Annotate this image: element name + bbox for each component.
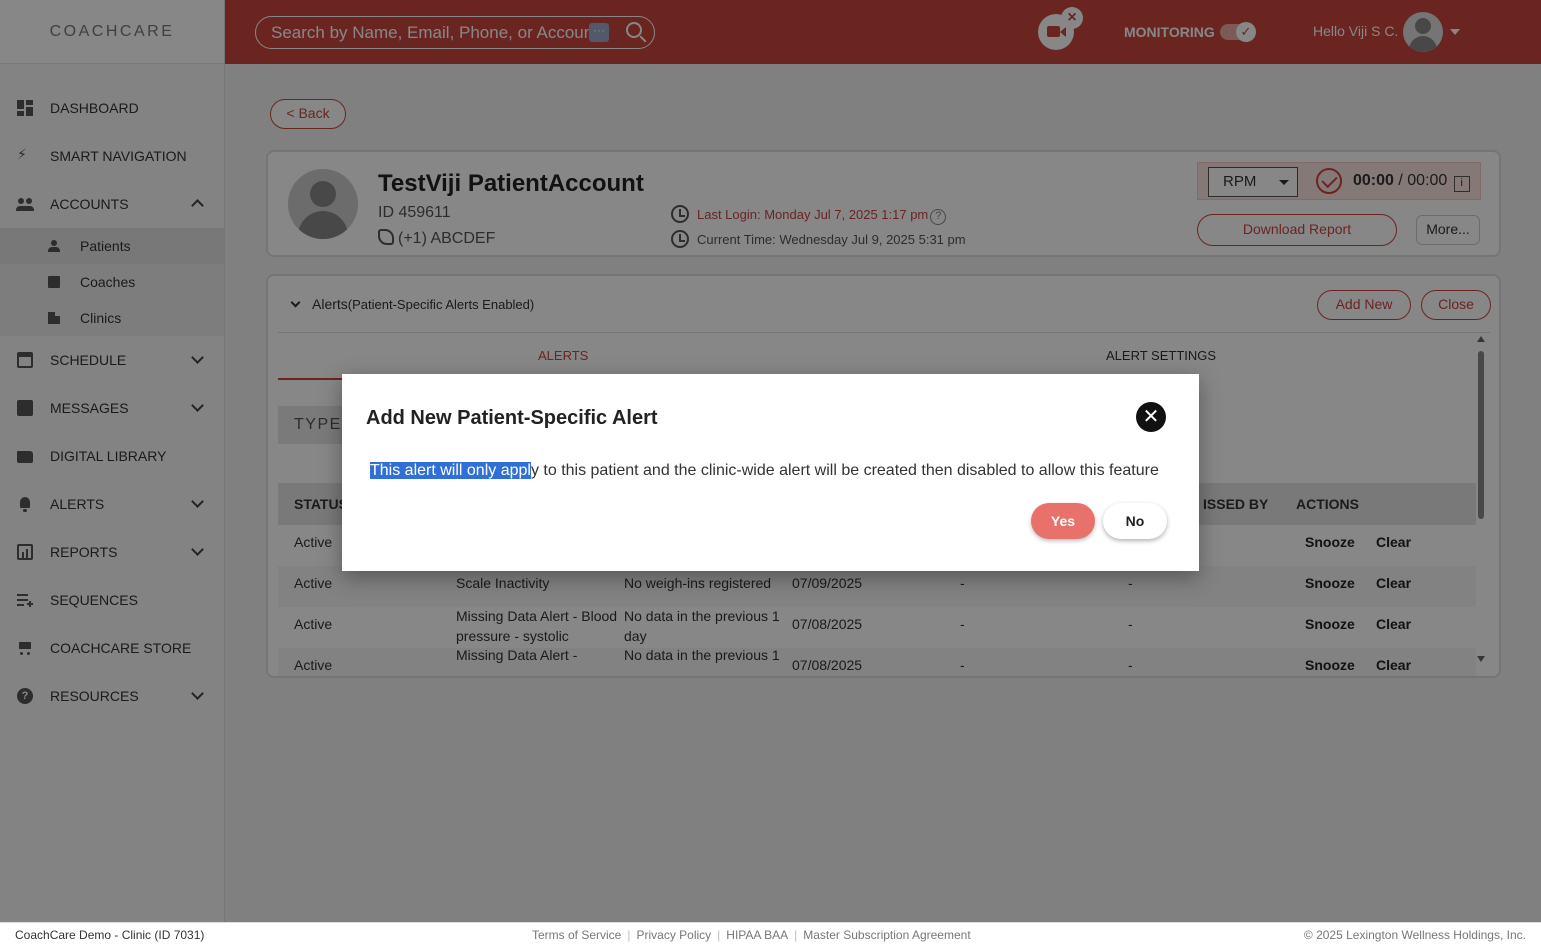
yes-button[interactable]: Yes <box>1031 503 1095 539</box>
close-icon[interactable]: ✕ <box>1136 402 1166 432</box>
dialog-title: Add New Patient-Specific Alert <box>366 407 658 429</box>
separator: | <box>794 928 798 942</box>
separator: | <box>717 928 721 942</box>
footer-link-msa[interactable]: Master Subscription Agreement <box>803 928 970 942</box>
footer-links: Terms of Service | Privacy Policy | HIPAA BA… <box>532 928 971 942</box>
dialog-message: This alert will only apply to this patie… <box>370 462 1159 480</box>
footer-link-hipaa[interactable]: HIPAA BAA <box>726 928 788 942</box>
no-button[interactable]: No <box>1103 503 1167 539</box>
add-alert-dialog: Add New Patient-Specific Alert ✕ This al… <box>342 374 1199 571</box>
footer: CoachCare Demo - Clinic (ID 7031) Terms … <box>0 922 1541 945</box>
copyright: © 2025 Lexington Wellness Holdings, Inc. <box>1303 928 1526 942</box>
message-text: y to this patient and the clinic-wide al… <box>530 462 1159 479</box>
separator: | <box>627 928 631 942</box>
selected-text: This alert will only appl <box>370 462 531 479</box>
footer-link-terms[interactable]: Terms of Service <box>532 928 621 942</box>
clinic-label: CoachCare Demo - Clinic (ID 7031) <box>15 928 205 942</box>
footer-link-privacy[interactable]: Privacy Policy <box>636 928 711 942</box>
